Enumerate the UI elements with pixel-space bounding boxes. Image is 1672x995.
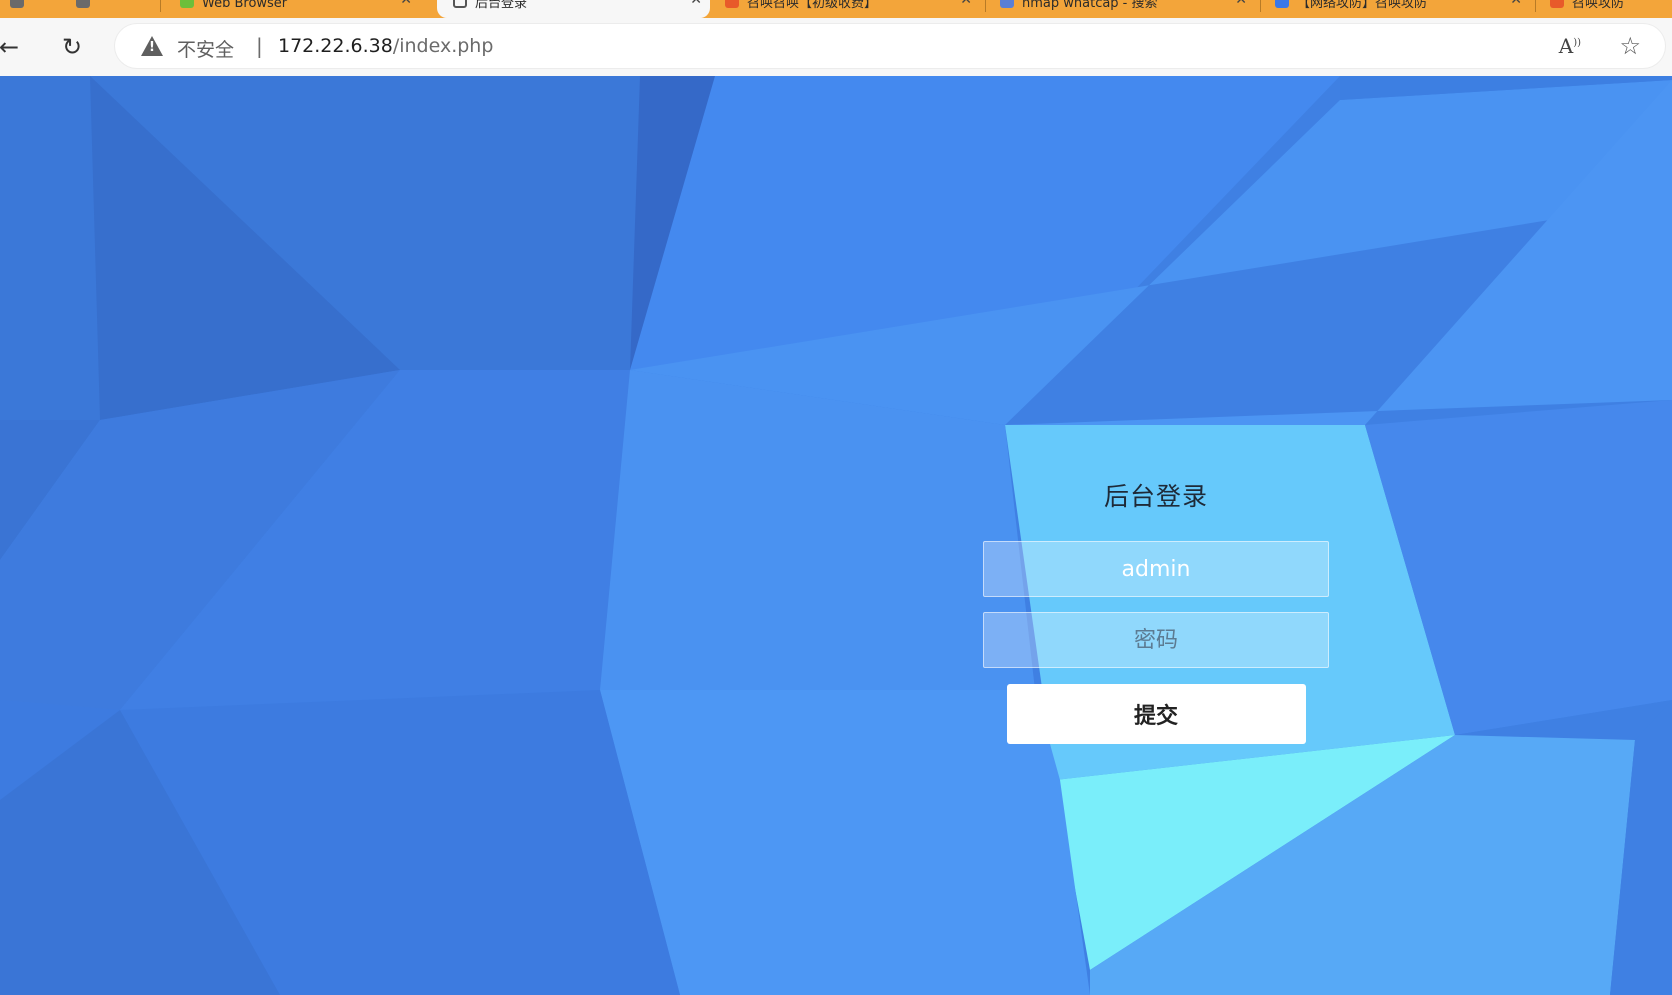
tab-label: 召唤召唤【初级收费】 (747, 0, 878, 11)
url-host: 172.22.6.38 (278, 35, 393, 57)
tab-close-icon[interactable]: ✕ (960, 0, 972, 7)
tab-separator (160, 0, 161, 12)
tab-web-browser[interactable]: Web Browser ✕ (180, 0, 420, 18)
tab-favicon-icon (1275, 0, 1289, 8)
tab-close-icon[interactable]: ✕ (1235, 0, 1247, 7)
address-bar[interactable]: 不安全 | 172.22.6.38/index.php A)) ☆ (115, 24, 1665, 68)
tab-4[interactable]: nmap whatcap - 搜索 ✕ (1000, 0, 1255, 18)
low-poly-background (0, 76, 1672, 995)
tab-favicon-icon (76, 0, 91, 8)
tab-label: Web Browser (202, 0, 288, 11)
tab-separator (1260, 0, 1261, 12)
tab-3[interactable]: 召唤召唤【初级收费】 ✕ (725, 0, 980, 18)
tab-6[interactable]: 召唤攻防 (1550, 0, 1672, 18)
tab-separator (985, 0, 986, 12)
tab-close-icon[interactable]: ✕ (1510, 0, 1522, 7)
reload-icon[interactable]: ↻ (57, 32, 87, 62)
tab-separator (1535, 0, 1536, 12)
tab-login[interactable]: 后台登录 ✕ (437, 0, 710, 18)
login-form: 后台登录 提交 (983, 475, 1329, 744)
password-input[interactable] (983, 612, 1329, 668)
tab-label: 后台登录 (475, 0, 528, 11)
page-viewport (0, 76, 1672, 995)
warning-triangle-icon[interactable] (141, 36, 163, 56)
username-input[interactable] (983, 541, 1329, 597)
tab-0[interactable] (10, 0, 150, 18)
tab-5[interactable]: 【网络攻防】召唤攻防 ✕ (1275, 0, 1530, 18)
arrow-left-icon[interactable]: ← (0, 32, 24, 62)
submit-button[interactable]: 提交 (1006, 684, 1306, 744)
tab-favicon-icon (1550, 0, 1564, 8)
tab-favicon-icon (180, 0, 194, 8)
tab-label: nmap whatcap - 搜索 (1022, 0, 1158, 11)
tab-favicon-icon (725, 0, 739, 8)
url-path: /index.php (392, 35, 494, 57)
security-label[interactable]: 不安全 (177, 35, 234, 62)
page-title: 后台登录 (1103, 482, 1208, 511)
url-text[interactable]: 172.22.6.38/index.php (278, 35, 493, 57)
tab-label: 召唤攻防 (1572, 0, 1625, 11)
browser-toolbar: ← ↻ 不安全 | 172.22.6.38/index.php A)) ☆ (0, 18, 1672, 77)
tab-favicon-icon (1000, 0, 1014, 8)
tab-bar: Web Browser ✕ 后台登录 ✕ 召唤召唤【初级收费】 ✕ nmap w… (0, 0, 1672, 18)
tab-close-icon[interactable]: ✕ (690, 0, 702, 7)
address-separator: | (256, 34, 263, 58)
tab-favicon-icon (10, 0, 24, 8)
read-aloud-icon[interactable]: A)) (1559, 34, 1581, 58)
star-outline-icon[interactable]: ☆ (1619, 32, 1641, 60)
tab-label: 【网络攻防】召唤攻防 (1297, 0, 1428, 11)
tab-close-icon[interactable]: ✕ (400, 0, 412, 7)
tab-favicon-icon (453, 0, 467, 8)
